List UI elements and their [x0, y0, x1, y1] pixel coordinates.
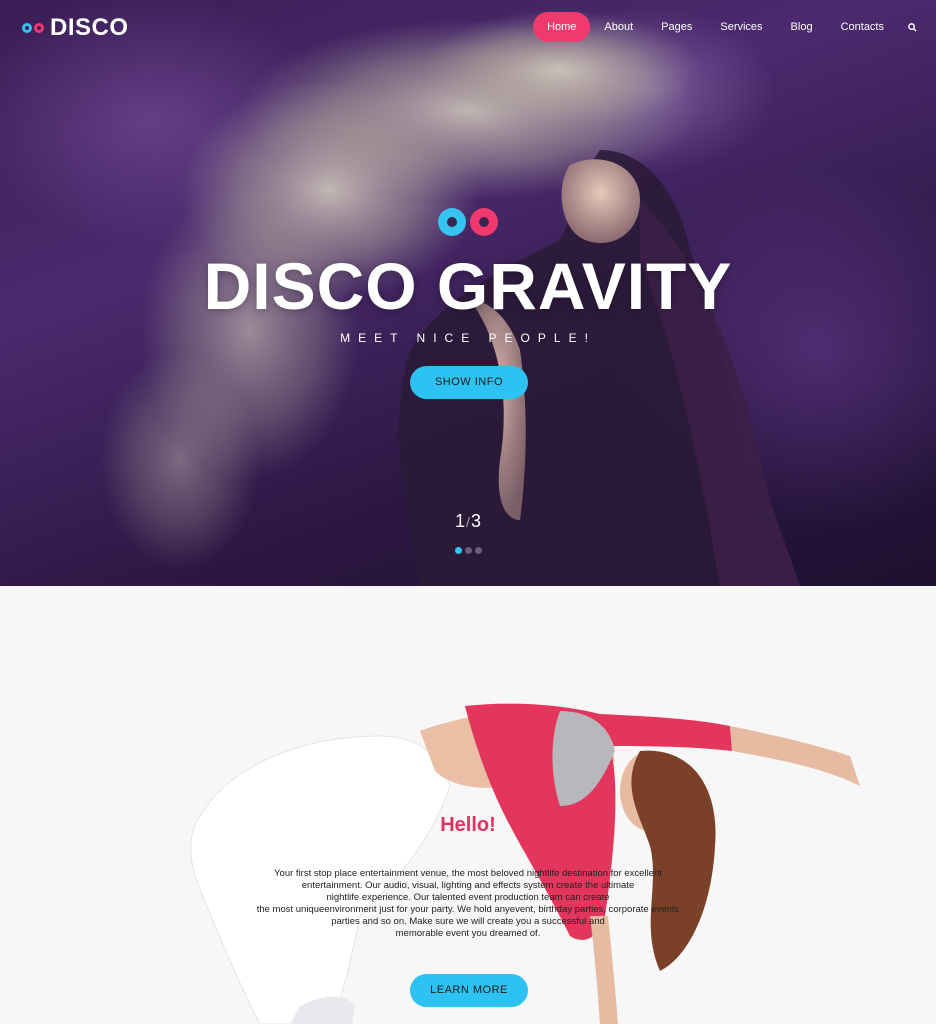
slider-dot-3[interactable]: [475, 547, 482, 554]
dancer-image: [190, 703, 860, 1024]
logo-dots-icon: [22, 23, 44, 33]
hero-subtitle: MEET NICE PEOPLE!: [340, 331, 596, 345]
learn-more-button[interactable]: LEARN MORE: [410, 974, 528, 1007]
hero-title: DISCO GRAVITY: [203, 249, 733, 323]
about-line: Your first stop place entertainment venu…: [274, 868, 662, 879]
about-line: parties and so on. Make sure we will cre…: [331, 916, 605, 927]
search-icon[interactable]: [904, 19, 920, 35]
slider-dot-2[interactable]: [465, 547, 472, 554]
about-heading: Hello!: [440, 814, 496, 836]
slider-pagination: [455, 547, 482, 554]
slide-counter: 1/3: [0, 511, 936, 532]
about-line: entertainment. Our audio, visual, lighti…: [301, 880, 635, 891]
logo-text: DISCO: [50, 14, 129, 41]
about-section: Hello! Your first stop place entertainme…: [0, 586, 936, 1024]
site-logo[interactable]: DISCO: [22, 14, 129, 42]
show-info-button[interactable]: SHOW INFO: [410, 366, 528, 399]
nav-item-about[interactable]: About: [590, 12, 647, 42]
main-nav: Home About Pages Services Blog Contacts: [533, 12, 936, 42]
about-line: the most uniqueenvironment just for your…: [256, 904, 680, 915]
about-line: memorable event you dreamed of.: [395, 928, 541, 939]
slide-total: 3: [470, 511, 481, 531]
nav-item-blog[interactable]: Blog: [777, 12, 827, 42]
nav-item-pages[interactable]: Pages: [647, 12, 706, 42]
nav-item-services[interactable]: Services: [706, 12, 776, 42]
slide-current: 1: [455, 511, 466, 531]
about-paragraph: Your first stop place entertainment venu…: [238, 868, 698, 940]
about-line: nightlife experience. Our talented event…: [326, 892, 610, 903]
slide-separator: /: [466, 514, 470, 530]
slider-dot-1[interactable]: [455, 547, 462, 554]
nav-item-contacts[interactable]: Contacts: [827, 12, 898, 42]
nav-item-home[interactable]: Home: [533, 12, 591, 42]
hero-slider: DISCO Home About Pages Services Blog Con…: [0, 0, 936, 586]
disco-rings-icon: [438, 208, 498, 236]
